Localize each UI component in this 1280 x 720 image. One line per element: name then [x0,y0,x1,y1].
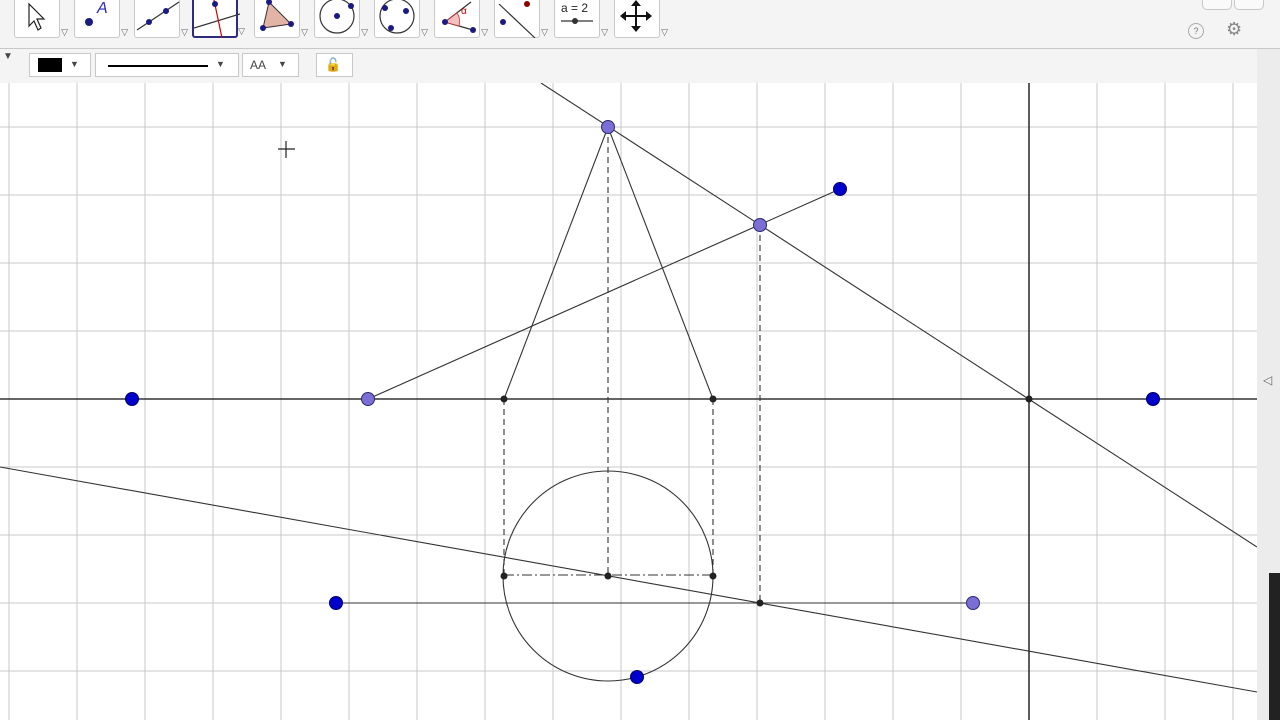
grid [0,83,1257,720]
move-tool-button[interactable]: ▽ [14,0,68,38]
perpendicular-line-icon [194,0,240,38]
line-style-button[interactable]: ▼ [95,53,239,77]
circle-three-points-tool-button[interactable]: ▽ [374,0,428,38]
circle-three-points-icon [379,0,415,34]
circle-center-point-icon [319,0,355,34]
point-tool-button[interactable]: A ▽ [74,0,128,38]
submenu-triangle-icon: ▽ [301,27,308,37]
submenu-triangle-icon: ▽ [481,27,488,37]
angle-tool-label: α [461,6,467,17]
dependent-points [361,120,980,610]
gear-icon[interactable]: ⚙ [1226,19,1242,40]
submenu-triangle-icon: ▽ [238,26,245,36]
point-ray-intersection[interactable] [753,218,767,232]
slider-icon [561,18,593,24]
reflect-tool-button[interactable]: ▽ [494,0,548,38]
point-lower-left[interactable] [329,596,343,610]
line-tool-button[interactable]: ▽ [134,0,188,38]
point-origin[interactable] [1025,395,1033,403]
chevron-down-icon: ▼ [278,59,287,69]
help-icon[interactable]: ? [1188,23,1204,39]
submenu-triangle-icon: ▽ [421,27,428,37]
circle-tool-button[interactable]: ▽ [314,0,368,38]
point-ray-end[interactable] [833,182,847,196]
point-segment-start[interactable] [361,392,375,406]
slider-tool-button[interactable]: a = 2 ▽ [554,0,608,38]
submenu-triangle-icon: ▽ [61,27,68,37]
redo-button[interactable] [1234,0,1264,10]
point-circle-right[interactable] [709,572,717,580]
point-lower-right[interactable] [966,596,980,610]
angle-icon [442,1,476,33]
right-edge-shadow [1269,573,1280,720]
submenu-triangle-icon: ▽ [541,27,548,37]
color-swatch [38,58,62,72]
undo-button[interactable] [1202,0,1232,10]
polygon-tool-button[interactable]: ▽ [254,0,308,38]
move-graphics-view-icon [620,0,652,32]
toolbar: ▽ A ▽ ▽ ▽ ▽ ▽ ▽ α ▽ ▽ a = 2 ▽ ▽ ? ⚙ [0,0,1280,49]
text-size-button[interactable]: AA ▼ [242,53,299,77]
collapse-panel-icon[interactable]: ◁ [1263,373,1272,387]
geometry-canvas[interactable] [0,83,1257,720]
submenu-triangle-icon: ▽ [361,27,368,37]
line-icon [136,1,180,31]
projection-lines [503,127,761,603]
point-apex[interactable] [601,120,615,134]
color-button[interactable]: ▼ [29,53,91,77]
point-tool-label: A [97,0,108,17]
stylebar-toggle-icon[interactable]: ▼ [3,51,13,62]
line-lower-diagonal[interactable] [0,466,1257,693]
chevron-down-icon: ▼ [216,59,225,69]
point-lower-intersection[interactable] [756,599,764,607]
submenu-triangle-icon: ▽ [181,27,188,37]
right-panel-edge: ◁ [1257,83,1280,720]
reflect-icon [498,1,536,38]
undo-redo-group [1200,0,1266,10]
point-circle-center[interactable] [604,572,612,580]
point-on-circle[interactable] [630,670,644,684]
point-right-base[interactable] [709,395,717,403]
point-left-base[interactable] [500,395,508,403]
polygon-icon [260,0,294,31]
submenu-triangle-icon: ▽ [121,27,128,37]
submenu-triangle-icon: ▽ [601,27,608,37]
perpendicular-line-tool-button[interactable]: ▽ [192,0,245,38]
graphics-view[interactable] [0,83,1257,720]
point-circle-left[interactable] [500,572,508,580]
point-axis-right[interactable] [1146,392,1160,406]
style-bar: ▼ ▼ ▼ AA ▼ 🔓 [0,49,1257,84]
line-style-preview [108,65,208,67]
move-view-tool-button[interactable]: ▽ [614,0,668,38]
fix-object-button[interactable]: 🔓 [316,53,353,77]
text-size-label: AA [250,58,267,72]
angle-tool-button[interactable]: α ▽ [434,0,488,38]
line-through-apex[interactable] [540,83,1257,548]
lock-icon: 🔓 [325,57,342,72]
chevron-down-icon: ▼ [70,59,79,69]
arrow-icon [28,2,46,31]
point-axis-left[interactable] [125,392,139,406]
submenu-triangle-icon: ▽ [661,27,668,37]
segment-ray[interactable] [367,188,841,400]
